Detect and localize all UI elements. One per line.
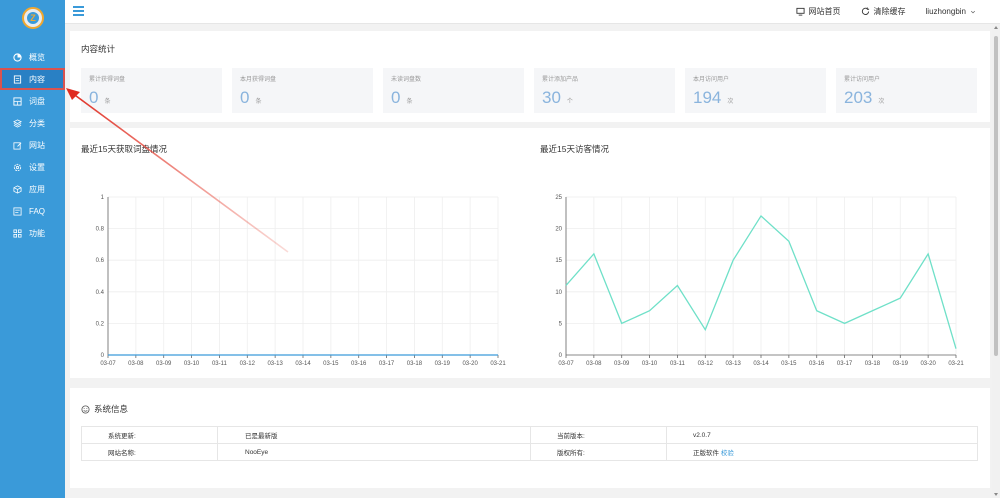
- sysinfo-table: 系统更新: 已是最新版 当前版本: v2.0.7 网站名称: NooEye 版权…: [81, 426, 978, 461]
- scroll-thumb[interactable]: [994, 36, 998, 356]
- smile-icon: [81, 404, 90, 414]
- table-cell: 网站名称:: [81, 443, 218, 461]
- table-cell: NooEye: [217, 443, 531, 461]
- scroll-down-icon[interactable]: [994, 493, 998, 496]
- table-cell: 系统更新:: [81, 426, 218, 444]
- sysinfo-title: 系统信息: [81, 403, 128, 415]
- table-cell: 版权所有:: [530, 443, 667, 461]
- table-cell: 当前版本:: [530, 426, 667, 444]
- table-cell: 已是最新版: [217, 426, 531, 444]
- scrollbar[interactable]: [992, 24, 1000, 498]
- table-row: 网站名称: NooEye 版权所有: 正版软件 校验: [81, 443, 978, 461]
- table-cell: v2.0.7: [666, 426, 978, 444]
- table-row: 系统更新: 已是最新版 当前版本: v2.0.7: [81, 426, 978, 444]
- scroll-up-icon[interactable]: [994, 26, 998, 29]
- verify-link[interactable]: 校验: [721, 450, 734, 457]
- table-cell: 正版软件 校验: [666, 443, 978, 461]
